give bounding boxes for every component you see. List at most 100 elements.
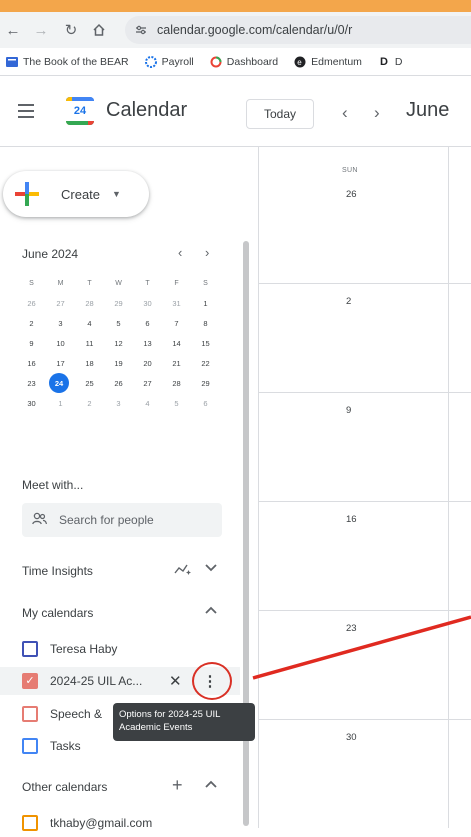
mini-calendar-day[interactable]: 14 xyxy=(165,333,188,353)
mini-calendar-day[interactable]: 5 xyxy=(165,393,188,413)
week-row[interactable]: 2 xyxy=(258,284,471,393)
mini-calendar-day[interactable]: 29 xyxy=(107,293,130,313)
mini-calendar-day[interactable]: 22 xyxy=(194,353,217,373)
mini-calendar-grid: S M T W T F S 26 27 28 29 30 31 1 2 3 4 5 6 7 8 9 10 11 12 13 14 15… xyxy=(20,273,224,413)
chevron-down-icon[interactable] xyxy=(205,563,217,575)
mini-calendar-day[interactable]: 1 xyxy=(194,293,217,313)
bookmark-d[interactable]: D D xyxy=(378,56,403,68)
mini-calendar-day[interactable]: 29 xyxy=(194,373,217,393)
chevron-left-icon[interactable]: ‹ xyxy=(342,103,348,123)
insights-sparkle-icon[interactable] xyxy=(174,563,192,578)
mini-calendar-day[interactable]: 28 xyxy=(78,293,101,313)
day-number[interactable]: 23 xyxy=(346,623,357,634)
add-calendar-plus-icon[interactable]: + xyxy=(172,775,183,796)
today-button[interactable]: Today xyxy=(246,99,314,129)
chevron-right-icon[interactable]: › xyxy=(374,103,380,123)
mini-calendar-day[interactable]: 8 xyxy=(194,313,217,333)
calendar-checkbox[interactable] xyxy=(22,706,38,722)
url-field[interactable]: calendar.google.com/calendar/u/0/r xyxy=(125,16,471,44)
back-arrow-icon[interactable]: ← xyxy=(3,20,23,40)
main-menu-icon[interactable] xyxy=(18,104,36,118)
mini-calendar-day[interactable]: 26 xyxy=(20,293,43,313)
day-number[interactable]: 9 xyxy=(346,405,351,416)
calendar-name: Teresa Haby xyxy=(50,642,118,656)
mini-calendar-day[interactable]: 1 xyxy=(49,393,72,413)
mini-calendar-day[interactable]: 6 xyxy=(136,313,159,333)
mini-calendar-day[interactable]: 2 xyxy=(20,313,43,333)
mini-calendar-weekday: S xyxy=(203,279,208,287)
dashboard-icon xyxy=(210,56,222,68)
site-settings-icon[interactable] xyxy=(133,22,149,38)
calendar-checkbox-checked[interactable]: ✓ xyxy=(22,673,38,689)
week-row[interactable]: 30 xyxy=(258,720,471,828)
week-row[interactable]: 9 xyxy=(258,393,471,502)
mini-calendar-day[interactable]: 6 xyxy=(194,393,217,413)
mini-calendar-day[interactable]: 17 xyxy=(49,353,72,373)
day-number[interactable]: 30 xyxy=(346,732,357,743)
mini-calendar-day[interactable]: 23 xyxy=(20,373,43,393)
mini-calendar-next-icon[interactable]: › xyxy=(205,245,209,260)
mini-calendar-day[interactable]: 12 xyxy=(107,333,130,353)
mini-calendar-weekday: S xyxy=(29,279,34,287)
mini-calendar-weekday: T xyxy=(87,279,92,287)
mini-calendar-day[interactable]: 19 xyxy=(107,353,130,373)
mini-calendar-day[interactable]: 7 xyxy=(165,313,188,333)
day-number[interactable]: 2 xyxy=(346,296,351,307)
mini-calendar-today[interactable]: 24 xyxy=(49,373,69,393)
home-icon[interactable] xyxy=(89,20,109,40)
mini-calendar-day[interactable]: 2 xyxy=(78,393,101,413)
mini-calendar-day[interactable]: 13 xyxy=(136,333,159,353)
mini-calendar-day[interactable]: 16 xyxy=(20,353,43,373)
mini-calendar-day[interactable]: 4 xyxy=(78,313,101,333)
day-of-week-header: SUN xyxy=(342,167,358,174)
calendar-checkbox[interactable] xyxy=(22,641,38,657)
forward-arrow-icon[interactable]: → xyxy=(31,20,51,40)
mini-calendar-day[interactable]: 28 xyxy=(165,373,188,393)
calendar-item-tkhaby[interactable]: tkhaby@gmail.com xyxy=(0,809,240,837)
mini-calendar-day[interactable]: 26 xyxy=(107,373,130,393)
app-title: Calendar xyxy=(106,99,188,121)
mini-calendar-day[interactable]: 10 xyxy=(49,333,72,353)
chevron-up-icon[interactable] xyxy=(205,779,217,791)
mini-calendar-day[interactable]: 4 xyxy=(136,393,159,413)
bookmark-dashboard[interactable]: Dashboard xyxy=(210,56,278,68)
bookmark-payroll[interactable]: Payroll xyxy=(144,55,194,68)
chevron-up-icon[interactable] xyxy=(205,605,217,617)
mini-calendar-day[interactable]: 9 xyxy=(20,333,43,353)
week-row[interactable]: SUN 26 xyxy=(258,147,471,284)
close-icon[interactable]: ✕ xyxy=(169,672,182,690)
mini-calendar-day[interactable]: 18 xyxy=(78,353,101,373)
mini-calendar-day[interactable]: 31 xyxy=(165,293,188,313)
calendar-name: Speech & xyxy=(50,707,103,721)
mini-calendar-day[interactable]: 30 xyxy=(20,393,43,413)
search-people-input[interactable]: Search for people xyxy=(22,503,222,537)
mini-calendar-day[interactable]: 27 xyxy=(136,373,159,393)
bookmark-book-of-the-bear[interactable]: The Book of the BEAR xyxy=(6,56,129,68)
mini-calendar-day[interactable]: 15 xyxy=(194,333,217,353)
calendar-logo-icon[interactable]: 24 xyxy=(66,97,94,125)
mini-calendar-day[interactable]: 21 xyxy=(165,353,188,373)
week-row[interactable]: 23 xyxy=(258,611,471,720)
mini-calendar-day[interactable]: 3 xyxy=(49,313,72,333)
mini-calendar-day[interactable]: 20 xyxy=(136,353,159,373)
mini-calendar-day[interactable]: 3 xyxy=(107,393,130,413)
day-number[interactable]: 26 xyxy=(346,189,357,200)
bookmark-edmentum[interactable]: e Edmentum xyxy=(294,56,362,68)
mini-calendar-prev-icon[interactable]: ‹ xyxy=(178,245,182,260)
calendar-item-teresa-haby[interactable]: Teresa Haby xyxy=(0,635,240,663)
day-number[interactable]: 16 xyxy=(346,514,357,525)
payroll-icon xyxy=(144,55,157,68)
mini-calendar-day[interactable]: 11 xyxy=(78,333,101,353)
mini-calendar-title: June 2024 xyxy=(22,247,79,261)
mini-calendar-day[interactable]: 30 xyxy=(136,293,159,313)
calendar-checkbox[interactable] xyxy=(22,815,38,831)
other-calendars-heading: Other calendars xyxy=(22,780,108,794)
mini-calendar-day[interactable]: 5 xyxy=(107,313,130,333)
mini-calendar-day[interactable]: 25 xyxy=(78,373,101,393)
reload-icon[interactable]: ↻ xyxy=(61,20,81,40)
people-icon xyxy=(32,512,47,528)
mini-calendar-day[interactable]: 27 xyxy=(49,293,72,313)
create-button[interactable]: Create ▼ xyxy=(3,171,149,217)
week-row[interactable]: 16 xyxy=(258,502,471,611)
calendar-checkbox[interactable] xyxy=(22,738,38,754)
